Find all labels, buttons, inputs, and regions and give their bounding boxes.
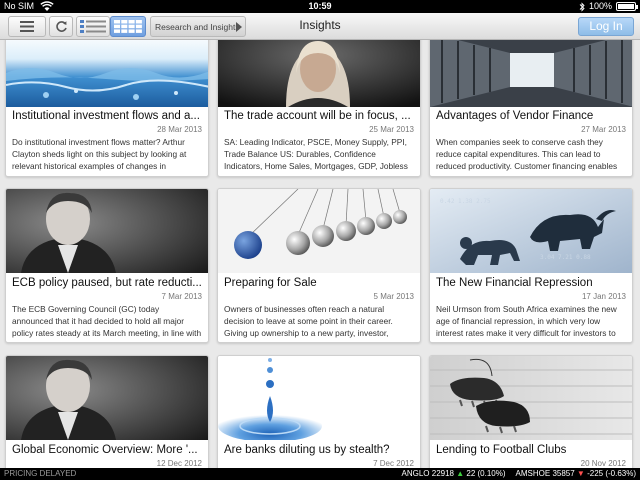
article-date: 27 Mar 2013 [581, 125, 626, 134]
article-title: ECB policy paused, but rate reducti... [12, 277, 202, 289]
article-title: Institutional investment flows and a... [12, 110, 200, 122]
list-view-icon [80, 20, 106, 33]
menu-button[interactable] [8, 16, 46, 37]
section-selector-label: Research and Insights [155, 21, 240, 32]
article-title: Lending to Football Clubs [436, 444, 567, 456]
article-summary: Owners of businesses often reach a natur… [224, 304, 393, 341]
article-card[interactable]: The trade account will be in focus, ... … [217, 40, 421, 177]
grid-view-icon [114, 20, 142, 33]
svg-text:0.42 1.38 2.75: 0.42 1.38 2.75 [440, 198, 491, 205]
article-summary: SA: Leading Indicator, PSCE, Money Suppl… [224, 137, 408, 174]
ticker-items: ANGLO 22918 ▲ 22 (0.10%) AMSHOE 35857 ▼ … [402, 468, 637, 480]
clock: 10:59 [308, 1, 332, 11]
hamburger-icon [20, 21, 34, 32]
article-card[interactable]: Institutional investment flows and a... … [5, 40, 209, 177]
article-card[interactable]: 0.42 1.38 2.75 3.04 7.21 0.88 The New Fin… [429, 188, 633, 343]
article-card[interactable]: Global Economic Overview: More '... 12 D… [5, 355, 209, 468]
refresh-icon [55, 21, 67, 32]
battery-percent: 100% [588, 1, 612, 11]
article-date: 17 Jan 2013 [581, 292, 626, 301]
article-card[interactable]: Preparing for Sale 5 Mar 2013 Owners of … [217, 188, 421, 343]
article-date: 20 Nov 2012 [580, 459, 626, 468]
battery-icon [616, 2, 638, 11]
status-bar: No SIM 10:59 100% [0, 0, 640, 13]
article-summary: The ECB Governing Council (GC) today ann… [12, 304, 202, 341]
article-card[interactable]: Lending to Football Clubs 20 Nov 2012 [429, 355, 633, 468]
ticker-item[interactable]: AMSHOE 35857 ▼ -225 (-0.63%) [516, 468, 636, 480]
article-image-water-surface [6, 40, 208, 107]
article-date: 7 Mar 2013 [161, 292, 202, 301]
ticker-item[interactable]: ANGLO 22918 ▲ 22 (0.10%) [402, 468, 506, 480]
article-title: Preparing for Sale [224, 277, 317, 289]
article-image-man-portrait [6, 189, 208, 273]
article-card[interactable]: Advantages of Vendor Finance 27 Mar 2013… [429, 40, 633, 177]
stock-ticker: PRICING DELAYED ANGLO 22918 ▲ 22 (0.10%)… [0, 468, 640, 480]
ticker-price: 22918 [431, 469, 454, 478]
svg-text:3.04 7.21 0.88: 3.04 7.21 0.88 [540, 254, 591, 261]
article-title: The trade account will be in focus, ... [224, 110, 411, 122]
article-title: The New Financial Repression [436, 277, 593, 289]
article-grid: Institutional investment flows and a... … [0, 40, 640, 468]
article-image-man-portrait [6, 356, 208, 440]
article-image-bull-and-bear: 0.42 1.38 2.75 3.04 7.21 0.88 [430, 189, 632, 273]
ticker-change: -225 (-0.63%) [587, 469, 636, 478]
article-date: 12 Dec 2012 [156, 459, 202, 468]
article-image-newtons-cradle [218, 189, 420, 273]
ticker-symbol: ANGLO [401, 469, 430, 478]
article-image-server-room [430, 40, 632, 107]
article-date: 7 Dec 2012 [373, 459, 414, 468]
article-summary: Neil Urmson from South Africa examines t… [436, 304, 617, 338]
ticker-symbol: AMSHOE [515, 469, 551, 478]
article-date: 28 Mar 2013 [157, 125, 202, 134]
article-date: 25 Mar 2013 [369, 125, 414, 134]
article-image-football-boots [430, 356, 632, 440]
ticker-change: 22 (0.10%) [466, 469, 506, 478]
refresh-button[interactable] [49, 16, 73, 37]
section-selector-button[interactable]: Research and Insights [150, 16, 246, 37]
article-summary: When companies seek to conserve cash the… [436, 137, 618, 171]
pricing-delayed-label: PRICING DELAYED [4, 469, 77, 478]
article-card[interactable]: ECB policy paused, but rate reducti... 7… [5, 188, 209, 343]
ticker-price: 35857 [552, 469, 575, 478]
article-image-woman-portrait [218, 40, 420, 107]
article-date: 5 Mar 2013 [373, 292, 414, 301]
article-card[interactable]: Are banks diluting us by stealth? 7 Dec … [217, 355, 421, 468]
bluetooth-icon [579, 1, 585, 12]
grid-view-button[interactable] [110, 16, 146, 37]
article-title: Advantages of Vendor Finance [436, 110, 594, 122]
article-title: Global Economic Overview: More '... [12, 444, 198, 456]
article-summary: Do institutional investment flows matter… [12, 137, 187, 171]
login-button[interactable]: Log In [578, 17, 634, 36]
toolbar: Research and Insights Insights Log In [0, 13, 640, 40]
list-view-button[interactable] [76, 16, 110, 37]
chevron-right-icon [236, 22, 242, 32]
arrow-down-icon: ▼ [576, 469, 585, 478]
arrow-up-icon: ▲ [456, 469, 465, 478]
article-title: Are banks diluting us by stealth? [224, 444, 390, 456]
article-image-water-drop [218, 356, 420, 440]
